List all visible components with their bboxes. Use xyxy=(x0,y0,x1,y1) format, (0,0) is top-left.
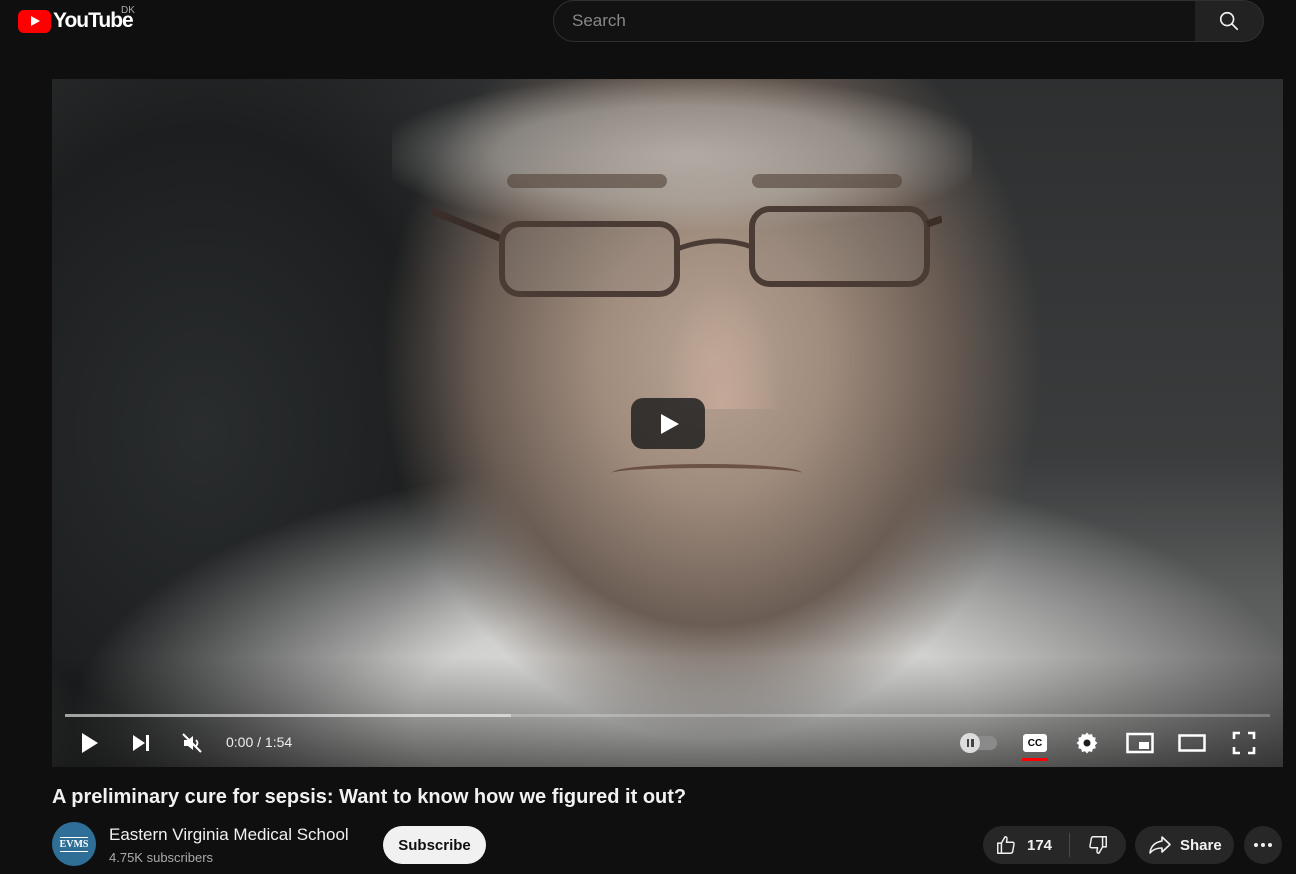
youtube-play-icon xyxy=(18,9,51,33)
subscriber-count: 4.75K subscribers xyxy=(109,850,214,865)
thumbs-up-icon xyxy=(997,836,1015,854)
settings-button[interactable] xyxy=(1074,729,1100,757)
miniplayer-button[interactable] xyxy=(1126,729,1154,757)
channel-name[interactable]: Eastern Virginia Medical School xyxy=(109,825,349,845)
video-title: A preliminary cure for sepsis: Want to k… xyxy=(52,786,687,808)
search-box xyxy=(553,0,1196,42)
time-display: 0:00 / 1:54 xyxy=(226,734,293,750)
channel-avatar[interactable]: EVMS xyxy=(52,822,96,866)
volume-muted-icon xyxy=(182,733,202,753)
fullscreen-icon xyxy=(1232,731,1256,755)
large-play-button[interactable] xyxy=(631,398,705,449)
autoplay-toggle[interactable] xyxy=(960,729,998,757)
captions-button[interactable]: CC xyxy=(1022,729,1048,761)
gear-icon xyxy=(1076,732,1098,754)
search-button[interactable] xyxy=(1195,0,1264,42)
share-button[interactable]: Share xyxy=(1135,826,1234,864)
avatar-logo-text: EVMS xyxy=(59,836,89,852)
pause-icon xyxy=(960,733,980,753)
country-code: DK xyxy=(121,5,135,16)
captions-active-indicator xyxy=(1022,758,1048,761)
share-label: Share xyxy=(1180,836,1222,854)
video-player[interactable]: 0:00 / 1:54 CC xyxy=(52,79,1283,767)
search-icon xyxy=(1219,11,1239,31)
more-actions-button[interactable] xyxy=(1244,826,1282,864)
captions-icon: CC xyxy=(1023,734,1047,752)
progress-bar[interactable] xyxy=(65,714,1270,717)
thumbs-down-icon xyxy=(1089,836,1107,854)
mute-button[interactable] xyxy=(178,729,206,757)
play-button[interactable] xyxy=(76,729,102,757)
fullscreen-button[interactable] xyxy=(1230,729,1258,757)
dislike-button[interactable] xyxy=(1070,826,1126,864)
play-icon xyxy=(82,733,98,753)
subscribe-button[interactable]: Subscribe xyxy=(383,826,486,864)
like-count: 174 xyxy=(1027,836,1053,854)
skip-next-icon xyxy=(133,735,149,751)
theater-mode-button[interactable] xyxy=(1178,729,1206,757)
progress-buffered xyxy=(65,714,511,717)
next-button[interactable] xyxy=(128,729,154,757)
miniplayer-icon xyxy=(1126,732,1154,754)
more-horizontal-icon xyxy=(1254,843,1272,847)
youtube-logo[interactable]: YouTube xyxy=(18,9,134,33)
like-button[interactable]: 174 xyxy=(983,826,1069,864)
search-input[interactable] xyxy=(554,1,1195,41)
masthead: YouTube DK xyxy=(0,0,1296,56)
theater-icon xyxy=(1178,734,1206,752)
like-dislike-group: 174 xyxy=(983,826,1126,864)
share-arrow-icon xyxy=(1149,836,1171,854)
